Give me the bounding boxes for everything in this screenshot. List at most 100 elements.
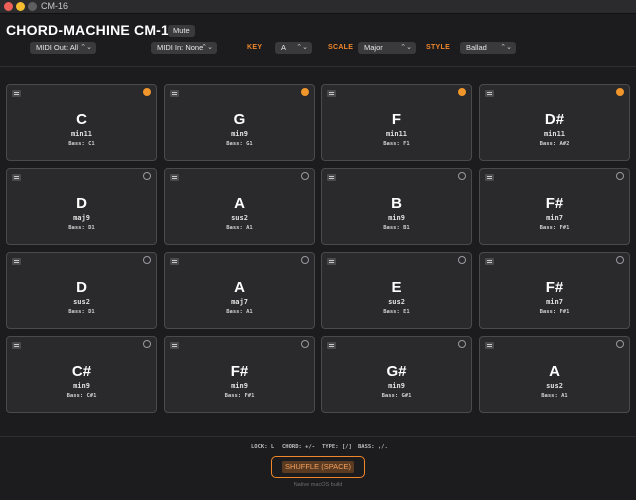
pad-bass-note: Bass: D1 (68, 309, 95, 315)
pad-menu-icon[interactable] (327, 342, 336, 349)
pad-root-note: F# (545, 195, 564, 212)
pad-root-note: F (391, 111, 402, 128)
zoom-window-button[interactable] (28, 2, 37, 11)
pad-menu-icon[interactable] (327, 258, 336, 265)
pad-menu-icon[interactable] (170, 174, 179, 181)
chord-pad[interactable]: C# min9 Bass: C#1 (6, 336, 157, 413)
pad-lock-indicator[interactable] (301, 172, 309, 180)
pad-lock-indicator[interactable] (458, 340, 466, 348)
pad-bass-note: Bass: G1 (226, 141, 253, 147)
pad-menu-icon[interactable] (327, 90, 336, 97)
pad-bass-note: Bass: F1 (383, 141, 410, 147)
scale-value: Major (364, 43, 383, 52)
chord-pad[interactable]: F# min7 Bass: F#1 (479, 168, 630, 245)
pad-chord-quality: min11 (70, 130, 93, 138)
pad-bass-note: Bass: D1 (68, 225, 95, 231)
pad-lock-indicator[interactable] (301, 340, 309, 348)
pad-lock-indicator[interactable] (143, 256, 151, 264)
pad-lock-indicator[interactable] (143, 172, 151, 180)
pad-root-note: F# (545, 279, 564, 296)
pad-menu-icon[interactable] (12, 342, 21, 349)
pad-root-note: E (391, 279, 402, 296)
pad-menu-icon[interactable] (170, 342, 179, 349)
pad-root-note: G (233, 111, 246, 128)
lock-hint: LOCK: L (251, 444, 275, 450)
pad-chord-quality: sus2 (231, 214, 248, 222)
chord-pad[interactable]: Esus2 Bass: E1 (321, 252, 472, 329)
chord-pad[interactable]: F# min9 Bass: F#1 (164, 336, 315, 413)
pad-root-note: D (76, 195, 87, 212)
chord-pad[interactable]: Gmin9 Bass: G1 (164, 84, 315, 161)
minimize-window-button[interactable] (16, 2, 25, 11)
key-value: A (281, 43, 287, 52)
pad-lock-indicator[interactable] (458, 256, 466, 264)
pad-lock-indicator[interactable] (616, 172, 624, 180)
scale-select[interactable]: Major ⌃⌄ (358, 42, 416, 54)
pad-root-note: B (391, 195, 402, 212)
pad-bass-note: Bass: A1 (541, 393, 568, 399)
chord-pad[interactable]: Asus2 Bass: A1 (479, 336, 630, 413)
pad-menu-icon[interactable] (12, 174, 21, 181)
chevron-updown-icon: ⌃⌄ (500, 44, 512, 51)
pad-menu-icon[interactable] (485, 342, 494, 349)
chord-pad[interactable]: G# min9 Bass: G#1 (321, 336, 472, 413)
pad-lock-indicator[interactable] (301, 256, 309, 264)
chevron-updown-icon: ⌃⌄ (80, 44, 92, 51)
chord-pad[interactable]: Dmaj9 Bass: D1 (6, 168, 157, 245)
pad-chord-quality: sus2 (73, 298, 90, 306)
pad-lock-indicator[interactable] (143, 340, 151, 348)
midi-in-select[interactable]: MIDI In: None ⌃⌄ (151, 42, 217, 54)
pad-menu-icon[interactable] (12, 258, 21, 265)
chord-pad[interactable]: Amaj7 Bass: A1 (164, 252, 315, 329)
pad-chord-quality: maj7 (231, 298, 248, 306)
pad-lock-indicator[interactable] (616, 256, 624, 264)
pad-lock-indicator[interactable] (458, 172, 466, 180)
chord-pad[interactable]: Asus2 Bass: A1 (164, 168, 315, 245)
pad-lock-indicator[interactable] (143, 88, 151, 96)
pad-bass-note: Bass: G#1 (381, 393, 412, 399)
chord-pad[interactable]: F# min7 Bass: F#1 (479, 252, 630, 329)
window-title: CM-16 (41, 1, 69, 11)
shuffle-label: SHUFFLE (SPACE) (282, 461, 354, 473)
pad-menu-icon[interactable] (485, 174, 494, 181)
key-select[interactable]: A ⌃⌄ (275, 42, 312, 54)
pad-menu-icon[interactable] (12, 90, 21, 97)
pad-lock-indicator[interactable] (616, 88, 624, 96)
chord-pad[interactable]: D# min11 Bass: A#2 (479, 84, 630, 161)
pad-lock-indicator[interactable] (458, 88, 466, 96)
pad-bass-note: Bass: C#1 (66, 393, 97, 399)
shuffle-button[interactable]: SHUFFLE (SPACE) (271, 456, 365, 478)
pad-bass-note: Bass: F#1 (539, 225, 570, 231)
midi-in-value: MIDI In: None (157, 43, 204, 52)
style-value: Ballad (466, 43, 487, 52)
pad-lock-indicator[interactable] (616, 340, 624, 348)
mute-button[interactable]: Mute (168, 25, 195, 37)
pad-menu-icon[interactable] (170, 90, 179, 97)
chord-hint: CHORD: +/- (282, 444, 316, 450)
chord-pad[interactable]: Dsus2 Bass: D1 (6, 252, 157, 329)
chord-pad[interactable]: Bmin9 Bass: B1 (321, 168, 472, 245)
midi-out-value: MIDI Out: All (36, 43, 79, 52)
pad-chord-quality: min9 (231, 382, 248, 390)
chord-pad[interactable]: Cmin11 Bass: C1 (6, 84, 157, 161)
pad-bass-note: Bass: B1 (383, 225, 410, 231)
pad-menu-icon[interactable] (170, 258, 179, 265)
pad-menu-icon[interactable] (485, 258, 494, 265)
style-select[interactable]: Ballad ⌃⌄ (460, 42, 516, 54)
chord-pad[interactable]: Fmin11 Bass: F1 (321, 84, 472, 161)
key-label: KEY (247, 44, 263, 51)
style-label: STYLE (426, 44, 451, 51)
pad-root-note: A (234, 279, 245, 296)
pad-chord-quality: min9 (73, 382, 90, 390)
pad-chord-quality: min9 (231, 130, 248, 138)
midi-out-select[interactable]: MIDI Out: All ⌃⌄ (30, 42, 96, 54)
pad-menu-icon[interactable] (485, 90, 494, 97)
pad-root-note: C# (71, 363, 92, 380)
pad-chord-quality: min11 (385, 130, 408, 138)
pad-menu-icon[interactable] (327, 174, 336, 181)
pad-chord-quality: min7 (546, 214, 563, 222)
app-title: CHORD-MACHINE CM-16 (6, 22, 178, 38)
pad-root-note: A (549, 363, 560, 380)
close-window-button[interactable] (4, 2, 13, 11)
pad-lock-indicator[interactable] (301, 88, 309, 96)
